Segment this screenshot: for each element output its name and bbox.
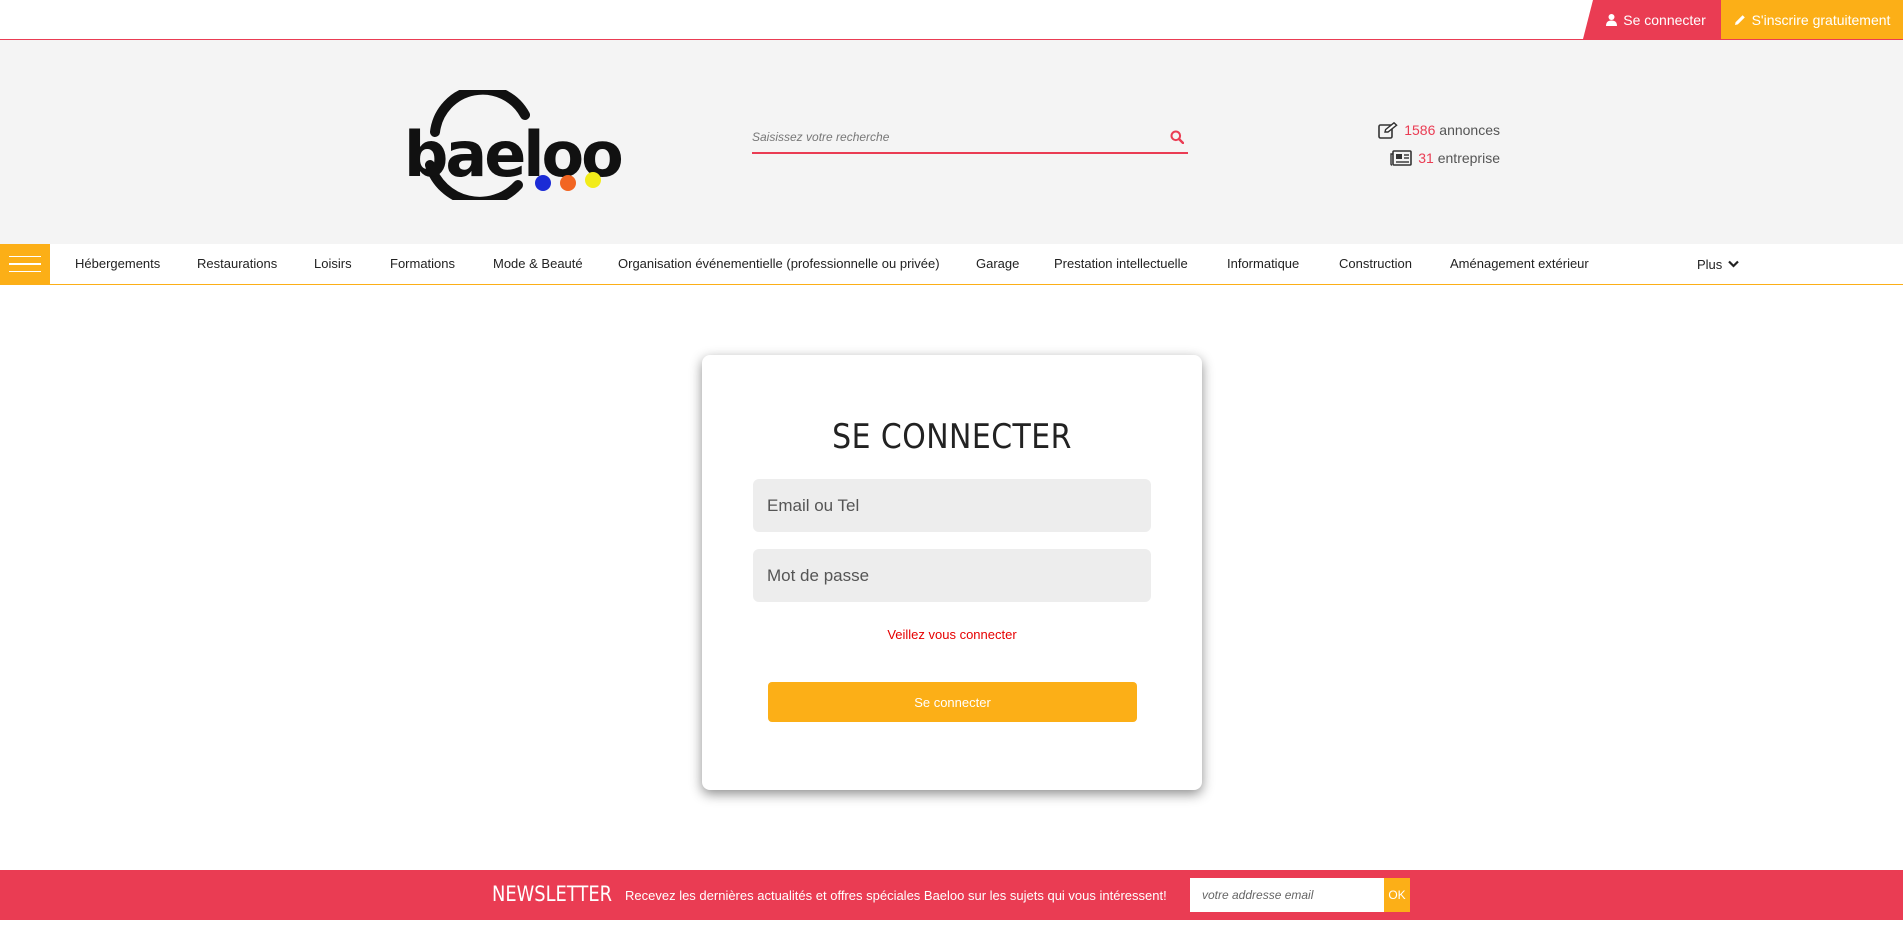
site-header: baeloo 1586 annonces [0, 40, 1903, 244]
nav-item-prestation-intellectuelle[interactable]: Prestation intellectuelle [1054, 244, 1188, 284]
annonces-label: annonces [1439, 122, 1500, 138]
entreprise-label: entreprise [1437, 150, 1500, 166]
user-icon [1606, 13, 1618, 26]
login-message: Veillez vous connecter [887, 627, 1017, 642]
baeloo-logo: baeloo [404, 84, 624, 207]
login-submit-button[interactable]: Se connecter [768, 682, 1137, 722]
edit-icon [1378, 121, 1398, 139]
entreprise-stat: 31 entreprise [1370, 144, 1500, 172]
nav-item-organisation-evenementielle[interactable]: Organisation événementielle (professionn… [618, 244, 940, 284]
newsletter-bar: Newsletter Recevez les dernières actuali… [0, 870, 1903, 920]
email-field[interactable] [753, 479, 1151, 532]
nav-more-label: Plus [1697, 256, 1723, 272]
annonces-stat: 1586 annonces [1370, 116, 1500, 144]
footer-strip [0, 920, 1903, 927]
category-nav: Hébergements Restaurations Loisirs Forma… [0, 244, 1903, 285]
chevron-down-icon [1728, 260, 1740, 268]
site-stats: 1586 annonces 31 entreprise [1370, 116, 1500, 172]
nav-more-button[interactable]: Plus [1697, 244, 1740, 284]
hamburger-icon[interactable] [0, 244, 50, 284]
top-login-button[interactable]: Se connecter [1583, 0, 1721, 39]
newsletter-title: Newsletter [492, 882, 613, 906]
newsletter-email-input[interactable] [1190, 878, 1384, 912]
nav-item-loisirs[interactable]: Loisirs [314, 244, 352, 284]
top-signup-label: S'inscrire gratuitement [1751, 11, 1891, 28]
annonces-count: 1586 [1404, 122, 1436, 138]
nav-item-hebergements[interactable]: Hébergements [75, 244, 160, 284]
nav-item-formations[interactable]: Formations [390, 244, 455, 284]
newsletter-ok-button[interactable]: OK [1384, 878, 1410, 912]
nav-item-garage[interactable]: Garage [976, 244, 1019, 284]
nav-item-mode-beaute[interactable]: Mode & Beauté [493, 244, 583, 284]
search-bar [752, 122, 1188, 154]
nav-item-construction[interactable]: Construction [1339, 244, 1412, 284]
site-logo[interactable]: baeloo [400, 84, 625, 207]
newspaper-icon [1390, 150, 1413, 166]
pencil-icon [1734, 14, 1745, 25]
nav-item-informatique[interactable]: Informatique [1227, 244, 1299, 284]
nav-item-amenagement-exterieur[interactable]: Aménagement extérieur [1450, 244, 1589, 284]
newsletter-text: Recevez les dernières actualités et offr… [625, 888, 1167, 903]
top-signup-button[interactable]: S'inscrire gratuitement [1721, 0, 1903, 39]
search-icon[interactable] [1170, 130, 1184, 144]
login-title: Se connecter [832, 417, 1072, 457]
password-field[interactable] [753, 549, 1151, 602]
entreprise-count: 31 [1418, 150, 1434, 166]
top-login-label: Se connecter [1623, 11, 1706, 28]
nav-item-restaurations[interactable]: Restaurations [197, 244, 277, 284]
login-card: Se connecter Veillez vous connecter Se c… [702, 355, 1202, 790]
search-input[interactable] [752, 122, 1152, 152]
top-bar: Se connecter S'inscrire gratuitement [0, 0, 1903, 40]
